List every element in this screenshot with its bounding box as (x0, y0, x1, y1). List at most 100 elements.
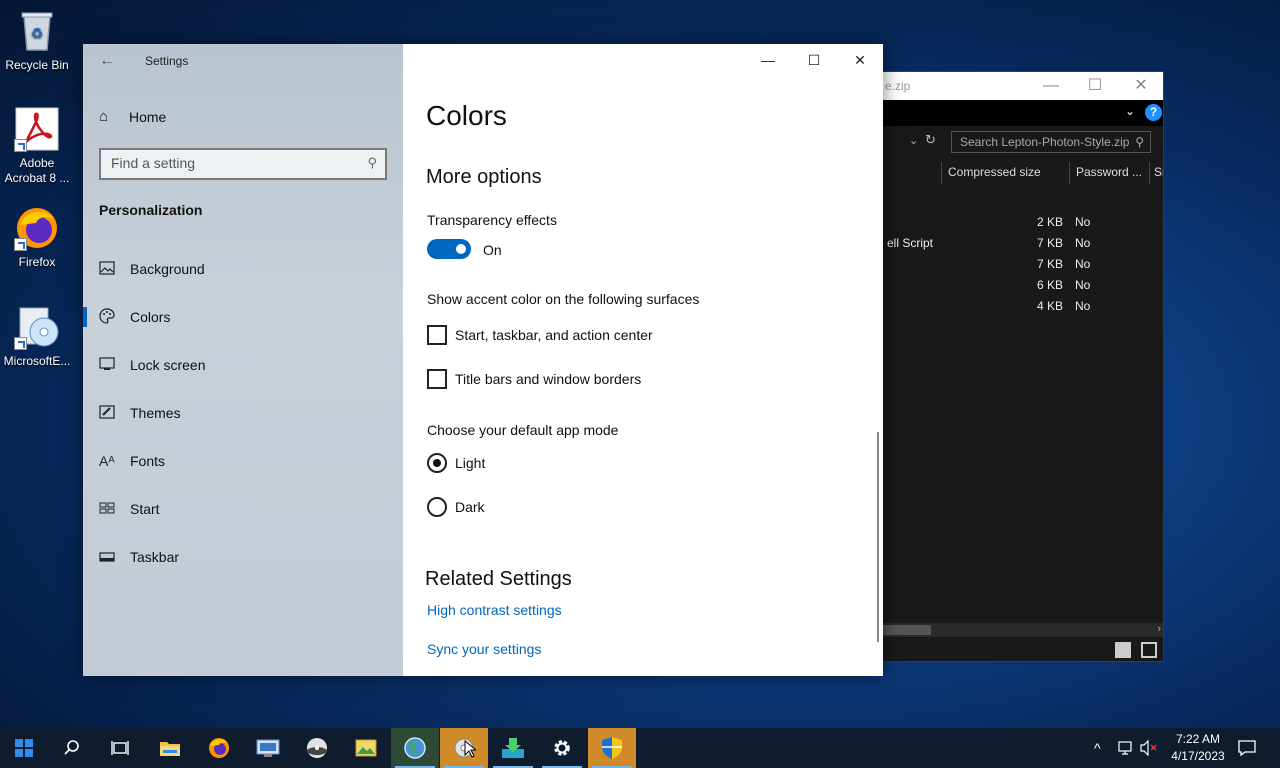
column-label: Password ... (1076, 165, 1143, 179)
dropdown-icon[interactable]: ⌄ (909, 134, 918, 147)
taskbar-remote-desktop[interactable] (244, 728, 292, 768)
mouse-cursor-icon (464, 740, 476, 758)
refresh-icon[interactable]: ↻ (925, 132, 936, 148)
table-row[interactable]: 7 KB No (871, 254, 1163, 275)
task-view-button[interactable] (96, 728, 144, 768)
desktop-icon-recycle-bin[interactable]: ♻ Recycle Bin (0, 8, 74, 73)
table-row[interactable]: 6 KB No (871, 275, 1163, 296)
nav-item-colors[interactable]: Colors (83, 302, 399, 332)
zip-search-input[interactable]: Search Lepton-Photon-Style.zip ⚲ (951, 131, 1151, 153)
chevron-right-icon[interactable]: › (1157, 623, 1161, 635)
maximize-icon[interactable]: ☐ (791, 44, 837, 76)
column-header-password[interactable]: Password ... (1069, 162, 1151, 184)
password-flag: No (1075, 236, 1091, 250)
close-icon[interactable]: ✕ (1121, 76, 1161, 96)
chevron-down-icon[interactable]: ⌄ (1125, 104, 1135, 118)
nav-item-label: Lock screen (130, 357, 206, 373)
taskbar-firefox[interactable] (195, 728, 243, 768)
nav-item-lock-screen[interactable]: Lock screen (99, 350, 399, 380)
accent-titlebars-label: Title bars and window borders (455, 371, 642, 387)
maximize-icon[interactable]: ☐ (1075, 76, 1115, 96)
settings-window[interactable]: ← Settings ⌂ Home Find a setting ⚲ Perso… (83, 44, 883, 676)
transparency-state: On (483, 242, 502, 258)
action-center-button[interactable] (1224, 728, 1270, 768)
brush-icon (99, 404, 130, 422)
taskbar-installer[interactable] (440, 728, 488, 768)
details-view-icon[interactable] (1115, 642, 1131, 658)
horizontal-scrollbar[interactable]: › (871, 623, 1163, 637)
nav-home-label: Home (129, 108, 167, 125)
zip-explorer-window[interactable]: e.zip — ☐ ✕ ⌄ ? ⌄ ↻ Search Lepton-Photon… (870, 71, 1164, 662)
shield-icon (602, 737, 622, 759)
firefox-icon (209, 738, 229, 758)
nav-item-themes[interactable]: Themes (99, 398, 399, 428)
accent-start-checkbox[interactable] (427, 325, 447, 345)
minimize-icon[interactable]: — (1031, 76, 1071, 96)
taskbar-image-viewer[interactable] (342, 728, 390, 768)
related-settings-heading: Related Settings (425, 568, 572, 590)
sync-settings-link[interactable]: Sync your settings (427, 641, 541, 657)
nav-item-fonts[interactable]: Aᴬ Fonts (99, 446, 399, 476)
table-row[interactable]: 4 KB No (871, 296, 1163, 317)
back-arrow-icon[interactable]: ← (99, 52, 115, 70)
column-header-size[interactable]: Si (1149, 162, 1164, 184)
taskbar-download-app[interactable] (489, 728, 537, 768)
table-row[interactable]: 2 KB No (871, 212, 1163, 233)
accent-start-checkbox-row[interactable]: Start, taskbar, and action center (427, 325, 653, 345)
taskbar-security-app[interactable] (588, 728, 636, 768)
volume-muted-icon[interactable] (1140, 740, 1158, 756)
taskbar-icon (99, 549, 130, 565)
windows-logo-icon (15, 739, 33, 757)
globe-icon (404, 737, 426, 759)
column-label: Si (1154, 165, 1164, 179)
column-header-compressed-size[interactable]: Compressed size (941, 162, 1069, 184)
compressed-size: 6 KB (1037, 278, 1064, 292)
nav-item-taskbar[interactable]: Taskbar (99, 542, 399, 572)
zip-window-titlebar[interactable]: e.zip — ☐ ✕ (871, 72, 1163, 100)
chevron-up-icon[interactable]: ^ (1094, 740, 1112, 756)
taskbar-file-explorer[interactable] (146, 728, 194, 768)
network-icon[interactable] (1118, 740, 1136, 756)
desktop-icon-firefox[interactable]: Firefox (0, 205, 74, 270)
transparency-label: Transparency effects (427, 212, 557, 228)
nav-item-label: Themes (130, 405, 181, 421)
mode-dark-radio[interactable] (427, 497, 447, 517)
mode-dark-radio-row[interactable]: Dark (427, 497, 485, 517)
nav-item-background[interactable]: Background (99, 254, 399, 284)
taskbar-disc-app[interactable] (293, 728, 341, 768)
taskbar-globe-app[interactable] (391, 728, 439, 768)
close-icon[interactable]: ✕ (837, 44, 883, 76)
help-icon[interactable]: ? (1145, 104, 1162, 121)
settings-sidebar: ← Settings ⌂ Home Find a setting ⚲ Perso… (83, 44, 403, 676)
disc-icon (307, 738, 327, 758)
zip-statusbar (871, 638, 1163, 661)
tiles-view-icon[interactable] (1141, 642, 1157, 658)
mode-light-radio[interactable] (427, 453, 447, 473)
nav-home[interactable]: ⌂ Home (99, 108, 166, 125)
find-setting-input[interactable]: Find a setting ⚲ (99, 148, 387, 180)
picture-icon (99, 260, 130, 278)
palette-icon (99, 307, 130, 327)
desktop-icon-adobe-acrobat[interactable]: Adobe Acrobat 8 ... (0, 106, 74, 186)
acrobat-icon (14, 106, 60, 152)
start-button[interactable] (0, 728, 48, 768)
accent-titlebars-checkbox[interactable] (427, 369, 447, 389)
taskbar-settings[interactable] (538, 728, 586, 768)
taskbar-search-button[interactable] (48, 728, 96, 768)
password-flag: No (1075, 278, 1091, 292)
mode-light-radio-row[interactable]: Light (427, 453, 485, 473)
table-row[interactable]: ell Script 7 KB No (871, 233, 1163, 254)
desktop-icon-microsoft-edge[interactable]: MicrosoftE... (0, 304, 74, 369)
transparency-toggle[interactable] (427, 239, 471, 259)
scrollbar-thumb[interactable] (881, 625, 931, 635)
zip-address-bar: ⌄ ↻ Search Lepton-Photon-Style.zip ⚲ (871, 126, 1163, 158)
vertical-scrollbar[interactable] (877, 432, 879, 642)
accent-titlebars-checkbox-row[interactable]: Title bars and window borders (427, 369, 641, 389)
high-contrast-link[interactable]: High contrast settings (427, 602, 562, 618)
desktop-icon-label: Recycle Bin (5, 58, 69, 72)
system-tray: ^ (1094, 728, 1158, 768)
nav-item-start[interactable]: Start (99, 494, 399, 524)
minimize-icon[interactable]: — (745, 44, 791, 76)
compressed-size: 4 KB (1037, 299, 1064, 313)
mode-light-label: Light (455, 455, 486, 471)
